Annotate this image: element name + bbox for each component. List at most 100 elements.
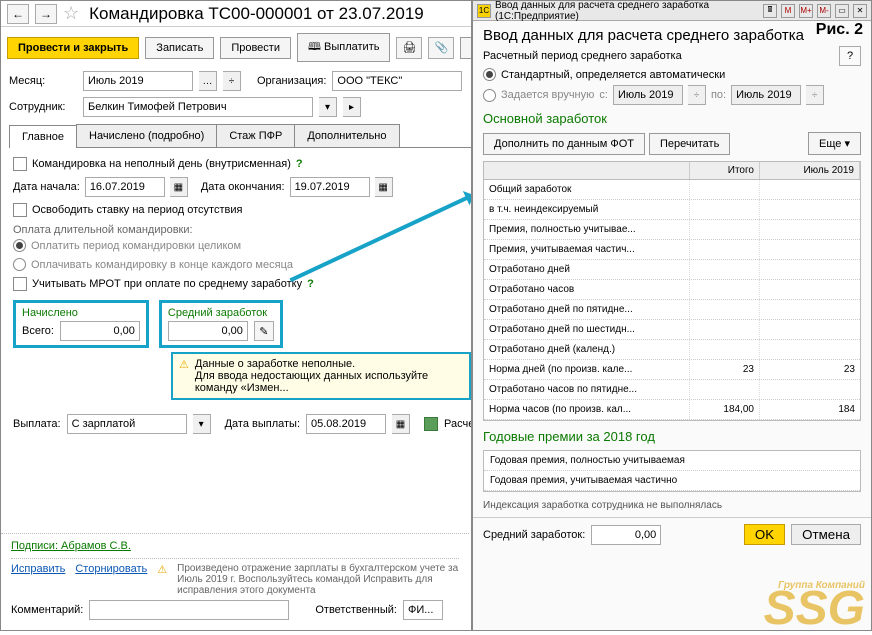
date-start-field[interactable] [85, 177, 165, 197]
help-icon[interactable]: ? [296, 158, 303, 170]
mem-plus-icon[interactable]: M+ [799, 4, 813, 18]
more-button[interactable]: Еще ▾ [808, 132, 861, 155]
storno-link[interactable]: Сторнировать [75, 563, 147, 575]
print-icon[interactable]: 🖨 [396, 37, 422, 59]
date-end-label: Дата окончания: [201, 181, 285, 193]
table-row[interactable]: Отработано дней [484, 260, 860, 280]
period-manual-radio[interactable] [483, 89, 496, 102]
from-field[interactable] [613, 85, 683, 105]
edit-avg-icon[interactable]: ✎ [254, 321, 274, 341]
index-note: Индексация заработка сотрудника не выпол… [473, 494, 871, 517]
table-row[interactable]: Норма дней (по произв. кале...2323 [484, 360, 860, 380]
calc-icon[interactable]: 🖩 [763, 4, 777, 18]
mrot-label: Учитывать МРОТ при оплате по среднему за… [32, 278, 302, 290]
employee-dropdown-icon[interactable]: ▾ [319, 97, 337, 117]
month-field[interactable] [83, 71, 193, 91]
tab-main[interactable]: Главное [9, 125, 77, 148]
col-total: Итого [690, 162, 760, 179]
table-row[interactable]: в т.ч. неиндексируемый [484, 200, 860, 220]
warning-icon: ⚠ [157, 563, 167, 576]
dlg-avg-field[interactable] [591, 525, 661, 545]
save-button[interactable]: Записать [145, 37, 214, 59]
mrot-checkbox[interactable] [13, 277, 27, 291]
pay-monthly-radio[interactable] [13, 258, 26, 271]
fix-link[interactable]: Исправить [11, 563, 65, 575]
table-row[interactable]: Отработано часов [484, 280, 860, 300]
comment-field[interactable] [89, 600, 289, 620]
month-picker-icon[interactable]: … [199, 71, 217, 91]
date-start-calendar-icon[interactable]: ▦ [170, 177, 188, 197]
watermark: Группа Компаний SSG [764, 582, 865, 628]
table-row[interactable]: Отработано дней (календ.) [484, 340, 860, 360]
table-row[interactable]: Отработано дней по шестидн... [484, 320, 860, 340]
from-stepper-icon[interactable]: ÷ [688, 85, 706, 105]
help-icon[interactable]: ? [307, 278, 314, 290]
post-and-close-button[interactable]: Провести и закрыть [7, 37, 139, 59]
mem-icon[interactable]: M [781, 4, 795, 18]
resp-label: Ответственный: [315, 604, 397, 616]
pay-whole-radio[interactable] [13, 239, 26, 252]
col-month: Июль 2019 [760, 162, 860, 179]
tab-extra[interactable]: Дополнительно [294, 124, 399, 147]
bonus-row[interactable]: Годовая премия, полностью учитываемая [484, 451, 860, 471]
pay-button[interactable]: 🕮 Выплатить [297, 33, 390, 62]
free-rate-checkbox[interactable] [13, 203, 27, 217]
warn-line2: Для ввода недостающих данных используйте… [195, 370, 463, 394]
total-field[interactable] [60, 321, 140, 341]
reread-button[interactable]: Перечитать [649, 133, 730, 155]
to-field[interactable] [731, 85, 801, 105]
table-row[interactable]: Премия, полностью учитывае... [484, 220, 860, 240]
pay-date-field[interactable] [306, 414, 386, 434]
signatures-link[interactable]: Подписи: Абрамов С.В. [11, 540, 131, 552]
partial-day-checkbox[interactable] [13, 157, 27, 171]
approved-checkbox[interactable] [424, 417, 438, 431]
to-stepper-icon[interactable]: ÷ [806, 85, 824, 105]
table-row[interactable]: Премия, учитываемая частич... [484, 240, 860, 260]
nav-back[interactable]: ← [7, 4, 29, 24]
avg-field[interactable] [168, 321, 248, 341]
employee-field[interactable] [83, 97, 313, 117]
document-title: Командировка TC00-000001 от 23.07.2019 [89, 4, 424, 24]
table-row[interactable]: Отработано дней по пятидне... [484, 300, 860, 320]
close-icon[interactable]: ✕ [853, 4, 867, 18]
fill-fot-button[interactable]: Дополнить по данным ФОТ [483, 133, 645, 155]
star-icon[interactable]: ☆ [63, 3, 79, 24]
dialog-help-icon[interactable]: ? [839, 46, 861, 66]
pay-date-calendar-icon[interactable]: ▦ [392, 414, 410, 434]
avg-label: Средний заработок [168, 307, 274, 319]
month-label: Месяц: [9, 75, 77, 87]
ok-button[interactable]: OK [744, 524, 785, 545]
date-start-label: Дата начала: [13, 181, 80, 193]
payment-dropdown-icon[interactable]: ▾ [193, 414, 211, 434]
bonus-row[interactable]: Годовая премия, учитываемая частично [484, 471, 860, 491]
warning-icon: ⚠ [179, 358, 189, 371]
payment-field[interactable] [67, 414, 187, 434]
cancel-button[interactable]: Отмена [791, 524, 861, 545]
bonus-list: Годовая премия, полностью учитываемая Го… [483, 450, 861, 492]
org-field[interactable] [332, 71, 462, 91]
app-logo-icon: 1C [477, 4, 491, 18]
tab-accrued[interactable]: Начислено (подробно) [76, 124, 217, 147]
minimize-icon[interactable]: ▭ [835, 4, 849, 18]
to-label: по: [711, 89, 726, 101]
table-row[interactable]: Общий заработок [484, 180, 860, 200]
post-button[interactable]: Провести [220, 37, 291, 59]
employee-open-icon[interactable]: ▸ [343, 97, 361, 117]
org-label: Организация: [257, 75, 326, 87]
accrued-group: Начислено Всего: [13, 300, 149, 348]
period-auto-radio[interactable] [483, 68, 496, 81]
table-row[interactable]: Норма часов (по произв. кал...184,00184 [484, 400, 860, 420]
avg-group: Средний заработок ✎ [159, 300, 283, 348]
table-row[interactable]: Отработано часов по пятидне... [484, 380, 860, 400]
date-end-field[interactable] [290, 177, 370, 197]
attach-icon[interactable]: 📎 [428, 37, 454, 59]
resp-field[interactable] [403, 600, 443, 620]
date-end-calendar-icon[interactable]: ▦ [375, 177, 393, 197]
warning-box: ⚠ Данные о заработке неполные. Для ввода… [171, 352, 471, 400]
mem-minus-icon[interactable]: M- [817, 4, 831, 18]
period-manual-label: Задается вручную [501, 89, 594, 101]
tab-pfr[interactable]: Стаж ПФР [216, 124, 295, 147]
month-stepper-icon[interactable]: ÷ [223, 71, 241, 91]
earnings-table: Итого Июль 2019 Общий заработокв т.ч. не… [483, 161, 861, 421]
nav-forward[interactable]: → [35, 4, 57, 24]
